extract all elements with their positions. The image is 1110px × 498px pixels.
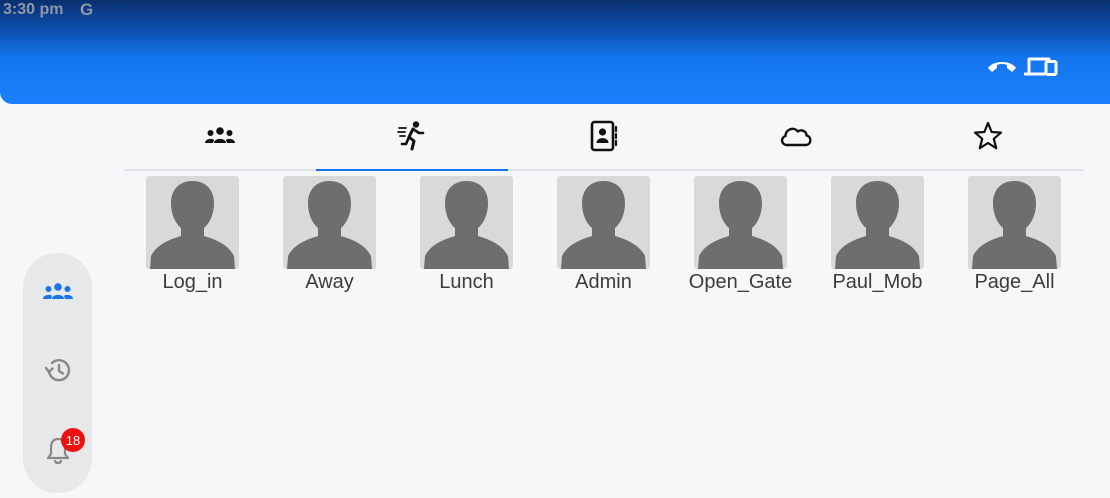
contact-tile[interactable]: Away bbox=[283, 176, 376, 294]
contact-tile[interactable]: Log_in bbox=[146, 176, 239, 294]
devices-icon[interactable] bbox=[1023, 53, 1060, 84]
avatar bbox=[831, 176, 924, 269]
contact-name: Lunch bbox=[439, 271, 494, 293]
person-silhouette-icon bbox=[698, 181, 783, 269]
avatar bbox=[146, 176, 239, 269]
avatar bbox=[968, 176, 1061, 269]
person-silhouette-icon bbox=[835, 181, 920, 269]
tab-away[interactable] bbox=[316, 107, 508, 171]
avatar bbox=[420, 176, 513, 269]
running-person-icon bbox=[397, 120, 427, 157]
status-time: 3:30 pm bbox=[3, 1, 64, 18]
tab-contacts[interactable] bbox=[508, 107, 700, 169]
person-silhouette-icon bbox=[972, 181, 1057, 269]
contact-tile[interactable]: Open_Gate bbox=[689, 176, 792, 294]
contact-tile[interactable]: Paul_Mob bbox=[831, 176, 924, 294]
star-icon bbox=[972, 120, 1004, 157]
contact-name: Page_All bbox=[974, 271, 1055, 293]
google-g-icon: G bbox=[80, 0, 94, 19]
sidebar-item-groups[interactable] bbox=[23, 272, 92, 316]
contact-tile[interactable]: Page_All bbox=[968, 176, 1061, 294]
contact-name: Paul_Mob bbox=[832, 271, 923, 293]
history-icon bbox=[42, 354, 74, 391]
tab-favorites[interactable] bbox=[892, 107, 1084, 169]
contact-tile[interactable]: Lunch bbox=[420, 176, 513, 294]
contacts-book-icon bbox=[589, 120, 619, 157]
avatar bbox=[694, 176, 787, 269]
sidebar-item-history[interactable] bbox=[23, 350, 92, 394]
notification-badge: 18 bbox=[61, 428, 85, 452]
contact-name: Admin bbox=[575, 271, 632, 293]
side-nav bbox=[23, 253, 92, 493]
avatar bbox=[283, 176, 376, 269]
contact-name: Away bbox=[305, 271, 354, 293]
person-silhouette-icon bbox=[150, 181, 235, 269]
contact-name: Open_Gate bbox=[688, 271, 793, 293]
person-silhouette-icon bbox=[424, 181, 509, 269]
top-app-bar: 3:30 pm G bbox=[0, 0, 1110, 104]
tab-bar bbox=[124, 107, 1084, 171]
person-silhouette-icon bbox=[561, 181, 646, 269]
call-end-icon[interactable] bbox=[985, 53, 1019, 84]
group-icon bbox=[203, 125, 237, 152]
person-silhouette-icon bbox=[287, 181, 372, 269]
avatar bbox=[557, 176, 650, 269]
tab-cloud[interactable] bbox=[700, 107, 892, 169]
cloud-icon bbox=[778, 123, 814, 154]
group-icon bbox=[41, 281, 75, 308]
contact-tile[interactable]: Admin bbox=[557, 176, 650, 294]
tab-groups[interactable] bbox=[124, 107, 316, 169]
contact-name: Log_in bbox=[162, 271, 223, 293]
